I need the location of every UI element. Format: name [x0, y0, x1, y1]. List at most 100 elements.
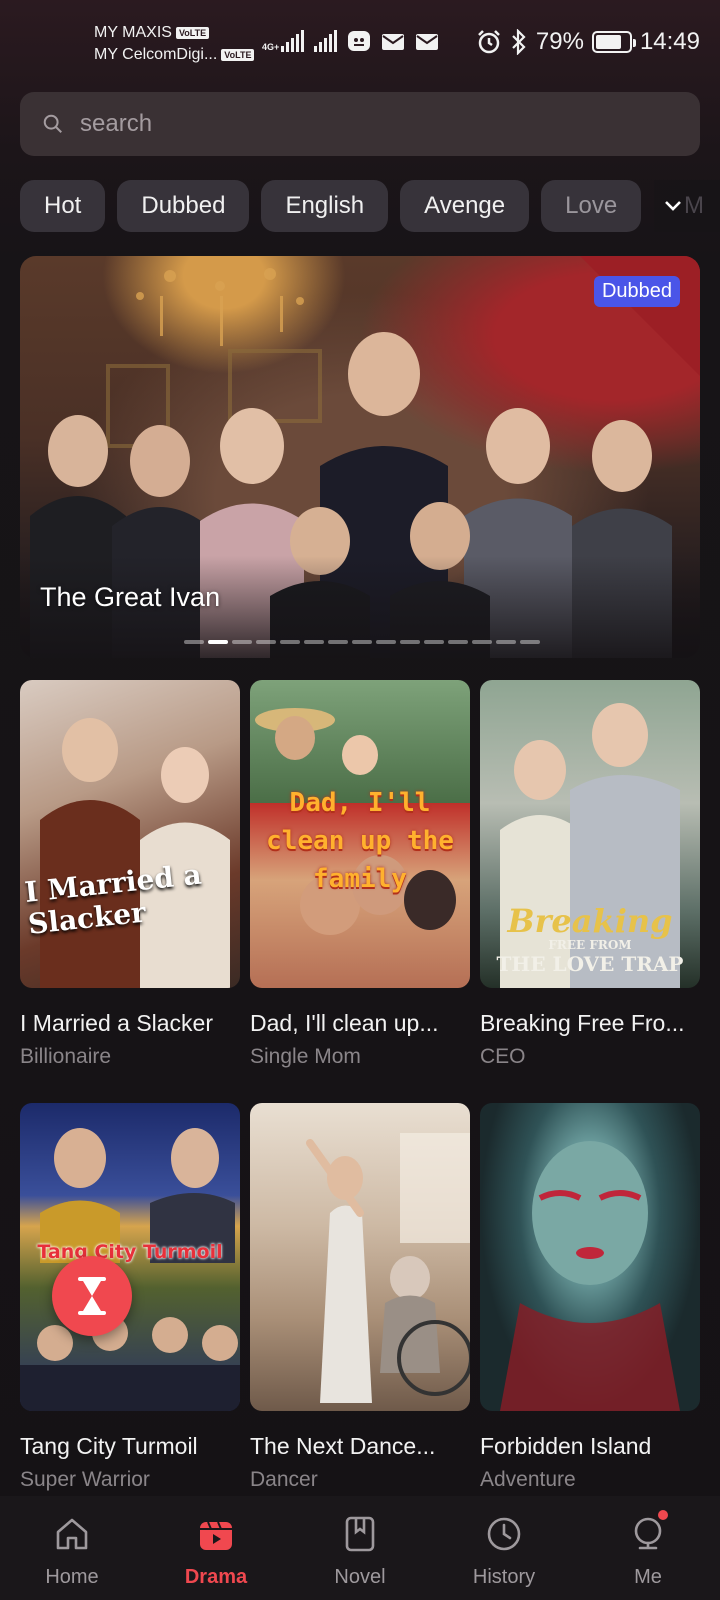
drama-title: Breaking Free Fro... [480, 1010, 685, 1036]
carrier-name-1: MY MAXIS [94, 24, 172, 41]
banner-title: The Great Ivan [40, 582, 221, 612]
hourglass-icon [78, 1277, 106, 1315]
signal-group: 4G+ [262, 30, 439, 52]
drama-poster [250, 1103, 470, 1411]
poster-art [306, 1133, 470, 1403]
app-screen: MY MAXIS VoLTE MY CelcomDigi... VoLTE 4G+ … [0, 0, 720, 1600]
nav-drama[interactable]: Drama [144, 1496, 288, 1600]
signal-strength-icon [314, 30, 338, 52]
search-bar[interactable]: search [20, 92, 700, 156]
poster-art [500, 1141, 680, 1411]
volte-badge: VoLTE [221, 49, 255, 61]
nav-home[interactable]: Home [0, 1496, 144, 1600]
carousel-dot [520, 640, 540, 644]
status-right: 79% 14:49 [476, 28, 700, 56]
nav-label: Me [634, 1566, 662, 1588]
nav-label: History [472, 1566, 536, 1588]
chip-hot[interactable]: Hot [20, 180, 106, 232]
carousel-dot [400, 640, 420, 644]
poster-title-art: Dad, I'll clean up the family [266, 788, 454, 894]
carousel-dot [280, 640, 300, 644]
poster-title-art: Breaking [507, 902, 673, 940]
reward-timer-button[interactable] [52, 1256, 132, 1336]
chip-love[interactable]: Love [541, 180, 642, 232]
carrier-name-2: MY CelcomDigi... [94, 46, 218, 63]
drama-genre: Adventure [480, 1468, 576, 1491]
drama-genre: Dancer [250, 1468, 318, 1491]
clock-time: 14:49 [639, 28, 700, 55]
drama-poster: Breaking FREE FROM THE LOVE TRAP [480, 680, 700, 988]
drama-poster: Dad, I'll clean up the family [250, 680, 470, 988]
carousel-dot [424, 640, 444, 644]
poster-title-art: THE LOVE TRAP [496, 952, 684, 976]
poster-title-art: FREE FROM [548, 938, 632, 952]
clapperboard-icon [200, 1521, 232, 1550]
carousel-dot [256, 640, 276, 644]
drama-title: Tang City Turmoil [20, 1433, 198, 1459]
expand-categories-button[interactable]: M [654, 180, 720, 232]
drama-poster: I Married a Slacker [20, 680, 240, 988]
signal-strength-icon [281, 30, 305, 52]
nav-novel[interactable]: Novel [288, 1496, 432, 1600]
carousel-dot [448, 640, 468, 644]
battery-percent: 79% [535, 28, 584, 55]
carrier-info: MY MAXIS VoLTE MY CelcomDigi... VoLTE [94, 22, 255, 66]
profile-icon [634, 1517, 662, 1550]
network-type: 4G+ [262, 42, 280, 52]
carousel-dots [184, 640, 540, 644]
book-icon [345, 1516, 375, 1552]
notification-dot [658, 1510, 668, 1520]
drama-title: The Next Dance... [250, 1433, 436, 1459]
drama-card[interactable]: The Next Dance... Dancer [250, 1103, 470, 1492]
nav-label: Home [45, 1566, 99, 1588]
poster-art [40, 718, 230, 988]
nav-label: Drama [184, 1566, 248, 1588]
alarm-icon [478, 30, 500, 54]
drama-card[interactable]: Forbidden Island Adventure [480, 1103, 700, 1492]
bluetooth-icon [512, 29, 526, 55]
carousel-dot [352, 640, 372, 644]
drama-title: Forbidden Island [480, 1433, 652, 1459]
carousel-dot [184, 640, 204, 644]
drama-card[interactable]: Breaking FREE FROM THE LOVE TRAP Breakin… [480, 680, 700, 1069]
bottom-navigation: Home Drama Novel History Me [0, 1496, 720, 1600]
drama-card[interactable]: I Married a Slacker I Married a Slacker … [20, 680, 240, 1069]
drama-title: I Married a Slacker [20, 1010, 214, 1036]
drama-genre: Single Mom [250, 1045, 361, 1068]
drama-card[interactable]: Dad, I'll clean up the family Dad, I'll … [250, 680, 470, 1069]
chevron-down-icon [665, 201, 681, 211]
carousel-dot [472, 640, 492, 644]
drama-title: Dad, I'll clean up... [250, 1010, 439, 1036]
drama-genre: Billionaire [20, 1045, 112, 1068]
home-icon [56, 1518, 88, 1550]
status-bar: MY MAXIS VoLTE MY CelcomDigi... VoLTE 4G+ … [0, 0, 720, 84]
drama-grid: I Married a Slacker I Married a Slacker … [20, 680, 700, 1492]
carousel-dot [232, 640, 252, 644]
dubbed-badge: Dubbed [593, 276, 680, 307]
app-notification-icon [348, 31, 371, 51]
search-placeholder: search [80, 110, 153, 137]
drama-genre: Super Warrior [20, 1468, 150, 1491]
poster-title-art: Tang City Turmoil [37, 1241, 223, 1263]
chip-dubbed[interactable]: Dubbed [117, 180, 250, 232]
carousel-dot [304, 640, 324, 644]
drama-poster: Tang City Turmoil [20, 1103, 240, 1411]
chip-english[interactable]: English [261, 180, 389, 232]
clock-icon [487, 1517, 521, 1551]
drama-poster [480, 1103, 700, 1411]
category-chips: Hot Dubbed English Avenge Love [20, 180, 720, 232]
carousel-dot [208, 640, 228, 644]
drama-genre: CEO [480, 1045, 526, 1068]
chip-avenge[interactable]: Avenge [400, 180, 530, 232]
battery-icon [591, 31, 636, 53]
mail-icon [416, 34, 439, 50]
volte-badge: VoLTE [175, 27, 210, 39]
nav-history[interactable]: History [432, 1496, 576, 1600]
featured-banner[interactable]: Dubbed The Great Ivan [20, 256, 700, 658]
chip-partial-label: M [684, 192, 704, 219]
carousel-dot [328, 640, 348, 644]
search-icon [43, 114, 62, 133]
nav-me[interactable]: Me [576, 1496, 720, 1600]
mail-icon [382, 34, 405, 50]
carousel-dot [376, 640, 396, 644]
